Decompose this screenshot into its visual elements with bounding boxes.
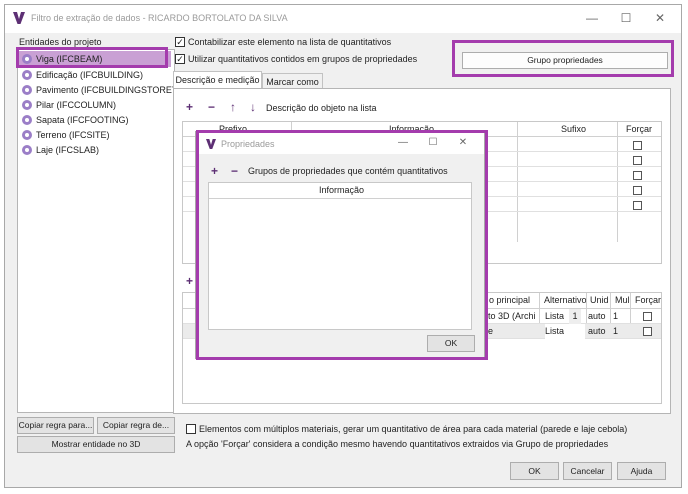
force-note: A opção 'Forçar' considera a condição me… <box>186 439 609 449</box>
tree-item-label: Laje (IFCSLAB) <box>36 145 100 155</box>
column-force: Forçar <box>635 295 662 305</box>
measure-mul-cell[interactable]: 1 <box>613 324 618 339</box>
copy-rule-to-button[interactable]: Copiar regra para... <box>17 417 94 434</box>
tree-item-storey[interactable]: Pavimento (IFCBUILDINGSTOREY) <box>22 84 181 97</box>
force-checkbox[interactable] <box>633 201 642 210</box>
tree-item-footing[interactable]: Sapata (IFCFOOTING) <box>22 114 129 127</box>
measure-mul-cell[interactable]: 1 <box>613 309 618 324</box>
measure-unit-cell[interactable]: auto <box>588 324 606 339</box>
highlight-property-group <box>452 40 674 77</box>
add-measure-icon[interactable]: + <box>186 275 193 287</box>
maximize-icon[interactable]: ☐ <box>611 9 641 27</box>
measure-unit-cell[interactable]: auto <box>588 309 606 324</box>
count-element-checkbox[interactable]: ✓ <box>175 37 185 47</box>
multi-material-label: Elementos com múltiplos materiais, gerar… <box>199 424 628 434</box>
force-checkbox[interactable] <box>643 327 652 336</box>
use-groups-label: Utilizar quantitativos contidos em grupo… <box>188 54 418 64</box>
title-bar: Filtro de extração de dados - RICARDO BO… <box>5 5 681 33</box>
add-icon[interactable]: + <box>186 101 193 113</box>
gear-icon <box>22 100 32 110</box>
column-suffix: Sufixo <box>561 124 587 134</box>
gear-icon <box>22 145 32 155</box>
gear-icon <box>22 115 32 125</box>
entities-label: Entidades do projeto <box>19 37 102 47</box>
show-3d-button[interactable]: Mostrar entidade no 3D <box>17 436 175 453</box>
tree-item-label: Pavimento (IFCBUILDINGSTOREY) <box>36 85 181 95</box>
tree-item-label: Edificação (IFCBUILDING) <box>36 70 144 80</box>
tree-item-label: Pilar (IFCCOLUMN) <box>36 100 116 110</box>
arrow-down-icon[interactable]: ↓ <box>250 101 256 113</box>
ok-button[interactable]: OK <box>510 462 559 480</box>
column-unit: Unid <box>590 295 609 305</box>
help-button[interactable]: Ajuda <box>617 462 666 480</box>
count-element-label: Contabilizar este elemento na lista de q… <box>188 37 392 47</box>
tab-mark-as[interactable]: Marcar como <box>262 73 323 89</box>
tab-description[interactable]: Descrição e medição <box>173 71 262 89</box>
close-icon[interactable]: ✕ <box>645 9 675 27</box>
measure-info-cell: ne <box>483 326 494 336</box>
arrow-up-icon[interactable]: ↑ <box>230 101 236 113</box>
gear-icon <box>22 130 32 140</box>
app-logo-icon <box>13 12 25 24</box>
entities-tree: Viga (IFCBEAM) Edificação (IFCBUILDING) … <box>17 49 181 413</box>
minimize-icon[interactable]: — <box>577 9 607 27</box>
remove-icon[interactable]: − <box>208 101 215 113</box>
tree-item-label: Terreno (IFCSITE) <box>36 130 110 140</box>
measure-alt-cell[interactable]: Lista <box>545 324 585 339</box>
window-title: Filtro de extração de dados - RICARDO BO… <box>31 13 288 23</box>
gear-icon <box>22 70 32 80</box>
column-main: o principal <box>489 295 531 305</box>
force-checkbox[interactable] <box>633 186 642 195</box>
measure-info-cell: nto 3D (Archi <box>483 311 536 321</box>
measure-alt-cell[interactable]: Lista <box>545 309 564 324</box>
copy-rule-from-button[interactable]: Copiar regra de... <box>97 417 175 434</box>
cancel-button[interactable]: Cancelar <box>563 462 612 480</box>
tree-item-site[interactable]: Terreno (IFCSITE) <box>22 129 110 142</box>
measure-alt-number[interactable]: 1 <box>569 309 581 324</box>
use-groups-checkbox[interactable]: ✓ <box>175 54 185 64</box>
force-checkbox[interactable] <box>643 312 652 321</box>
column-alternative: Alternativo <box>544 295 587 305</box>
tree-item-label: Sapata (IFCFOOTING) <box>36 115 129 125</box>
force-checkbox[interactable] <box>633 171 642 180</box>
multi-material-checkbox[interactable] <box>186 424 196 434</box>
description-toolbar-label: Descrição do objeto na lista <box>266 103 377 113</box>
tree-item-building[interactable]: Edificação (IFCBUILDING) <box>22 69 143 82</box>
force-checkbox[interactable] <box>633 156 642 165</box>
force-checkbox[interactable] <box>633 141 642 150</box>
column-force: Forçar <box>626 124 653 134</box>
column-multiplier: Mul <box>615 295 630 305</box>
tree-item-slab[interactable]: Laje (IFCSLAB) <box>22 144 99 157</box>
highlight-properties-dialog <box>196 130 488 360</box>
tree-item-column[interactable]: Pilar (IFCCOLUMN) <box>22 99 116 112</box>
highlight-selected-entity <box>16 47 168 68</box>
gear-icon <box>22 85 32 95</box>
